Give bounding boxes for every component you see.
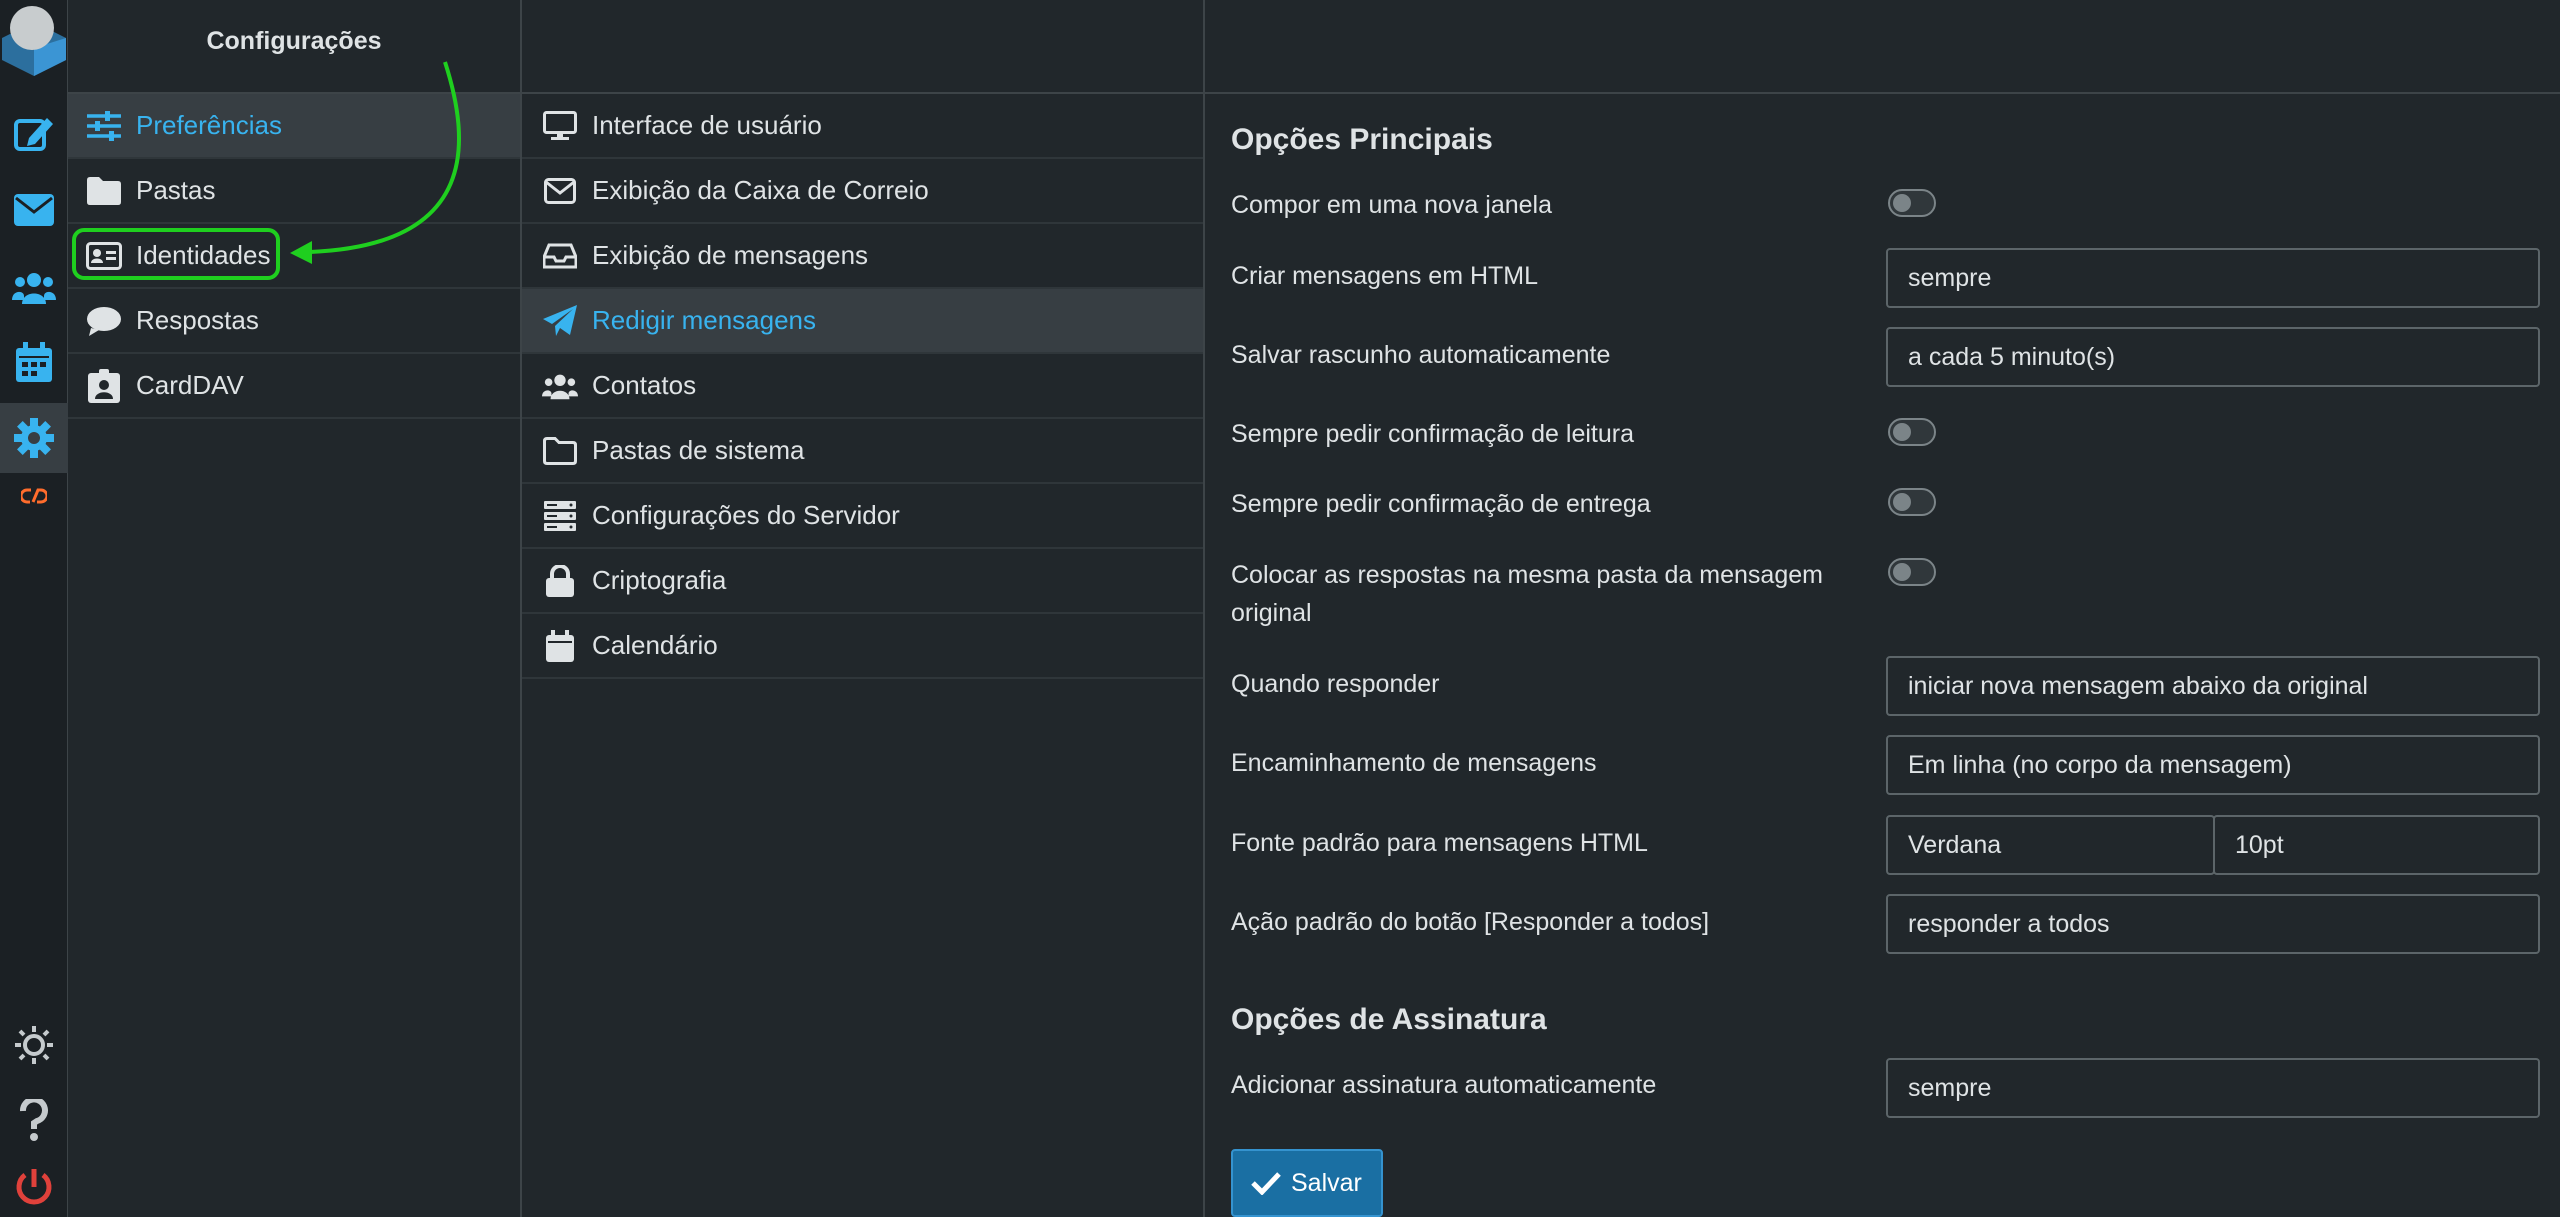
settings-title: Configurações: [68, 0, 520, 94]
section-item-label: Pastas de sistema: [592, 435, 805, 465]
calendar-icon: [542, 628, 578, 664]
lock-icon: [542, 563, 578, 599]
envelope-icon: [542, 173, 578, 209]
check-icon: [1251, 1172, 1281, 1195]
toggle-knob: [1893, 194, 1911, 212]
toggle-knob: [1893, 563, 1911, 581]
inbox-icon: [542, 238, 578, 274]
forward-mode-label: Encaminhamento de mensagens: [1231, 749, 1597, 777]
content-header: [1205, 0, 2560, 94]
app-rail: [0, 0, 68, 1217]
folder-icon: [86, 173, 122, 209]
cpanel-icon[interactable]: [0, 466, 68, 526]
paper-plane-icon: [542, 303, 578, 339]
delivery-receipt-toggle[interactable]: [1888, 488, 1936, 516]
section-item-label: Calendário: [592, 630, 718, 660]
html-messages-label: Criar mensagens em HTML: [1231, 262, 1539, 290]
settings-item-label: Respostas: [136, 305, 259, 335]
server-icon: [542, 498, 578, 534]
autosave-label: Salvar rascunho automaticamente: [1231, 341, 1611, 369]
contacts-icon[interactable]: [0, 252, 68, 322]
section-item-label: Exibição de mensagens: [592, 240, 869, 270]
folder-outline-icon: [542, 433, 578, 469]
help-icon[interactable]: [0, 1085, 68, 1155]
auto-signature-label: Adicionar assinatura automaticamente: [1231, 1071, 1657, 1099]
settings-item-folders[interactable]: Pastas: [68, 159, 520, 224]
monitor-icon: [542, 108, 578, 144]
section-item-contacts[interactable]: Contatos: [522, 354, 1203, 419]
settings-item-label: Preferências: [136, 110, 282, 140]
section-item-system-folders[interactable]: Pastas de sistema: [522, 419, 1203, 484]
autosave-select[interactable]: a cada 5 minuto(s): [1886, 327, 2540, 387]
section-item-label: Redigir mensagens: [592, 305, 817, 335]
html-messages-select[interactable]: sempre: [1886, 248, 2540, 308]
settings-item-label: CardDAV: [136, 370, 244, 400]
read-receipt-toggle[interactable]: [1888, 418, 1936, 446]
replies-same-folder-label: Colocar as respostas na mesma pasta da m…: [1231, 561, 1823, 627]
settings-item-identities[interactable]: Identidades: [68, 224, 520, 289]
comment-icon: [86, 303, 122, 339]
section-item-label: Contatos: [592, 370, 697, 400]
delivery-receipt-label: Sempre pedir confirmação de entrega: [1231, 490, 1651, 518]
settings-list-panel: Configurações Preferências Pastas Identi…: [68, 0, 522, 1217]
reply-all-select[interactable]: responder a todos: [1886, 894, 2540, 954]
mail-icon[interactable]: [0, 175, 68, 245]
section-item-user-interface[interactable]: Interface de usuário: [522, 94, 1203, 159]
save-button[interactable]: Salvar: [1231, 1149, 1383, 1217]
reply-mode-label: Quando responder: [1231, 670, 1440, 698]
compose-new-window-label: Compor em uma nova janela: [1231, 191, 1552, 219]
section-item-mailbox-view[interactable]: Exibição da Caixa de Correio: [522, 159, 1203, 224]
section-item-label: Configurações do Servidor: [592, 500, 900, 530]
save-button-label: Salvar: [1291, 1168, 1362, 1197]
settings-item-carddav[interactable]: CardDAV: [68, 354, 520, 419]
reply-all-label: Ação padrão do botão [Responder a todos]: [1231, 908, 1710, 936]
settings-item-label: Pastas: [136, 175, 216, 205]
settings-gear-icon[interactable]: [0, 403, 68, 473]
logout-icon[interactable]: [0, 1158, 68, 1216]
section-item-server-settings[interactable]: Configurações do Servidor: [522, 484, 1203, 549]
default-font-select[interactable]: Verdana: [1886, 815, 2215, 875]
section-item-label: Interface de usuário: [592, 110, 822, 140]
main-options-title: Opções Principais: [1231, 123, 1493, 156]
toggle-knob: [1893, 493, 1911, 511]
calendar-icon[interactable]: [0, 327, 68, 397]
replies-same-folder-toggle[interactable]: [1888, 558, 1936, 586]
sections-list-panel: Interface de usuário Exibição da Caixa d…: [522, 0, 1205, 1217]
default-font-label: Fonte padrão para mensagens HTML: [1231, 829, 1648, 857]
section-item-label: Criptografia: [592, 565, 727, 595]
auto-signature-select[interactable]: sempre: [1886, 1058, 2540, 1118]
users-icon: [542, 368, 578, 404]
sections-header: [522, 0, 1203, 94]
signature-options-title: Opções de Assinatura: [1231, 1003, 1547, 1036]
compose-preferences-form: Opções Principais Compor em uma nova jan…: [1205, 0, 2560, 1217]
settings-item-preferences[interactable]: Preferências: [68, 94, 520, 159]
compose-new-window-toggle[interactable]: [1888, 189, 1936, 217]
compose-icon[interactable]: [0, 98, 68, 168]
section-item-calendar[interactable]: Calendário: [522, 614, 1203, 679]
toggle-knob: [1893, 423, 1911, 441]
reply-mode-select[interactable]: iniciar nova mensagem abaixo da original: [1886, 656, 2540, 716]
section-item-compose[interactable]: Redigir mensagens: [522, 289, 1203, 354]
address-book-icon: [86, 368, 122, 404]
highlight-box: [72, 228, 280, 280]
default-font-size-select[interactable]: 10pt: [2213, 815, 2540, 875]
theme-sun-icon[interactable]: [0, 1010, 68, 1080]
read-receipt-label: Sempre pedir confirmação de leitura: [1231, 420, 1634, 448]
forward-mode-select[interactable]: Em linha (no corpo da mensagem): [1886, 735, 2540, 795]
app-logo[interactable]: [0, 0, 68, 76]
section-item-message-view[interactable]: Exibição de mensagens: [522, 224, 1203, 289]
section-item-label: Exibição da Caixa de Correio: [592, 175, 929, 205]
section-item-encryption[interactable]: Criptografia: [522, 549, 1203, 614]
settings-item-responses[interactable]: Respostas: [68, 289, 520, 354]
sliders-icon: [86, 108, 122, 144]
